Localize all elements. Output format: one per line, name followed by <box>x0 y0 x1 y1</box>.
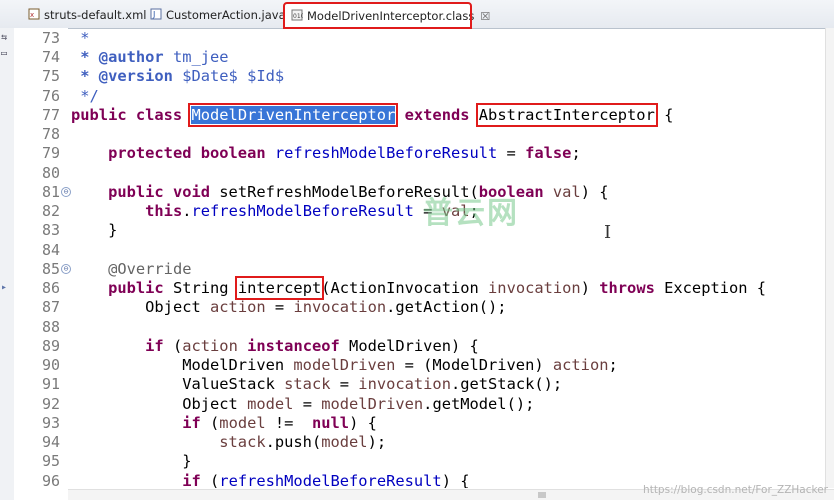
tab-customeraction-java[interactable]: J CustomerAction.java <box>144 3 292 27</box>
fold-toggle-icon[interactable]: ⊖ <box>61 187 71 197</box>
line-number: 88 <box>41 318 60 336</box>
svg-text:J: J <box>152 10 155 19</box>
class-name-selection: ModelDrivenInterceptor <box>188 103 399 127</box>
line-number: 89 <box>41 337 60 355</box>
code-line: if (action instanceof ModelDriven) { <box>145 337 479 355</box>
code-line: * @author tm_jee <box>71 48 229 66</box>
tab-label: struts-default.xml <box>44 8 147 22</box>
line-number: 90 <box>41 356 60 374</box>
line-number: 77 <box>41 106 60 124</box>
line-number: 78 <box>41 125 60 143</box>
line-number: 81 <box>41 183 60 201</box>
code-line: protected boolean refreshModelBeforeResu… <box>108 144 581 162</box>
line-number: 91 <box>41 375 60 393</box>
tab-struts-default-xml[interactable]: x struts-default.xml <box>22 3 153 27</box>
code-line: ValueStack stack = invocation.getStack()… <box>182 375 563 393</box>
marker-icon: ▸ <box>1 282 8 293</box>
xml-file-icon: x <box>28 8 40 23</box>
line-number-gutter: 73 74 75 76 77 78 79 80 81 82 83 84 85 8… <box>14 28 71 500</box>
folder-icon[interactable]: ▭ <box>1 48 7 59</box>
code-line: this.refreshModelBeforeResult = val; <box>145 202 479 220</box>
tab-modeldriveninterceptor-class[interactable]: 010 ModelDrivenInterceptor.class ☒ <box>283 2 490 29</box>
fold-toggle-icon[interactable]: ⊖ <box>61 264 71 274</box>
code-line: public String intercept(ActionInvocation… <box>108 276 767 300</box>
code-line: @Override <box>108 260 192 278</box>
line-number: 83 <box>41 221 60 239</box>
line-number: 79 <box>41 144 60 162</box>
class-file-icon: 010 <box>291 9 305 24</box>
line-number: 82 <box>41 202 60 220</box>
code-line: public class ModelDrivenInterceptor exte… <box>71 103 674 127</box>
code-line: Object action = invocation.getAction(); <box>145 298 507 316</box>
line-number: 75 <box>41 67 60 85</box>
java-file-icon: J <box>150 8 162 23</box>
scrollbar-thumb[interactable] <box>538 492 546 498</box>
line-number: 80 <box>41 164 60 182</box>
watermark-logo: 普云网 <box>423 196 519 231</box>
close-tab-icon[interactable]: ☒ <box>480 10 490 23</box>
code-line: if (refreshModelBeforeResult) { <box>182 472 470 488</box>
code-line: public void setRefreshModelBeforeResult(… <box>108 183 609 201</box>
code-line: * <box>71 29 90 47</box>
vertical-scrollbar[interactable] <box>825 28 834 488</box>
code-editor[interactable]: * * @author tm_jee * @version $Date$ $Id… <box>71 28 826 488</box>
code-line: */ <box>71 87 99 105</box>
line-number: 86 <box>41 279 60 297</box>
line-number: 76 <box>41 87 60 105</box>
line-number: 92 <box>41 395 60 413</box>
line-number: 73 <box>41 29 60 47</box>
code-line: * @version $Date$ $Id$ <box>71 67 285 85</box>
code-line: ModelDriven modelDriven = (ModelDriven) … <box>182 356 618 374</box>
svg-text:x: x <box>30 11 34 19</box>
tab-label: CustomerAction.java <box>166 8 286 22</box>
code-line: Object model = modelDriven.getModel(); <box>182 395 535 413</box>
line-number: 84 <box>41 241 60 259</box>
source-credit: https://blog.csdn.net/For_ZZHacker <box>643 484 828 496</box>
line-number: 85 <box>41 260 60 278</box>
text-cursor-icon: I <box>604 222 612 243</box>
line-number: 94 <box>41 433 60 451</box>
method-name-intercept: intercept <box>234 276 325 300</box>
superclass-name: AbstractInterceptor <box>475 103 658 127</box>
code-line: } <box>108 221 118 239</box>
left-trim-bar: ⇆ ▭ ▸ <box>0 28 15 500</box>
code-line: if (model != null) { <box>182 414 377 432</box>
tab-label: ModelDrivenInterceptor.class <box>307 9 475 23</box>
line-number: 96 <box>41 472 60 490</box>
svg-text:010: 010 <box>293 13 303 20</box>
line-number: 87 <box>41 298 60 316</box>
code-line: stack.push(model); <box>219 433 387 451</box>
line-number: 93 <box>41 414 60 432</box>
code-line: } <box>182 452 192 470</box>
line-number: 74 <box>41 48 60 66</box>
editor-tab-bar: x struts-default.xml J CustomerAction.ja… <box>0 0 834 29</box>
line-number: 95 <box>41 452 60 470</box>
hierarchy-icon[interactable]: ⇆ <box>1 32 7 43</box>
